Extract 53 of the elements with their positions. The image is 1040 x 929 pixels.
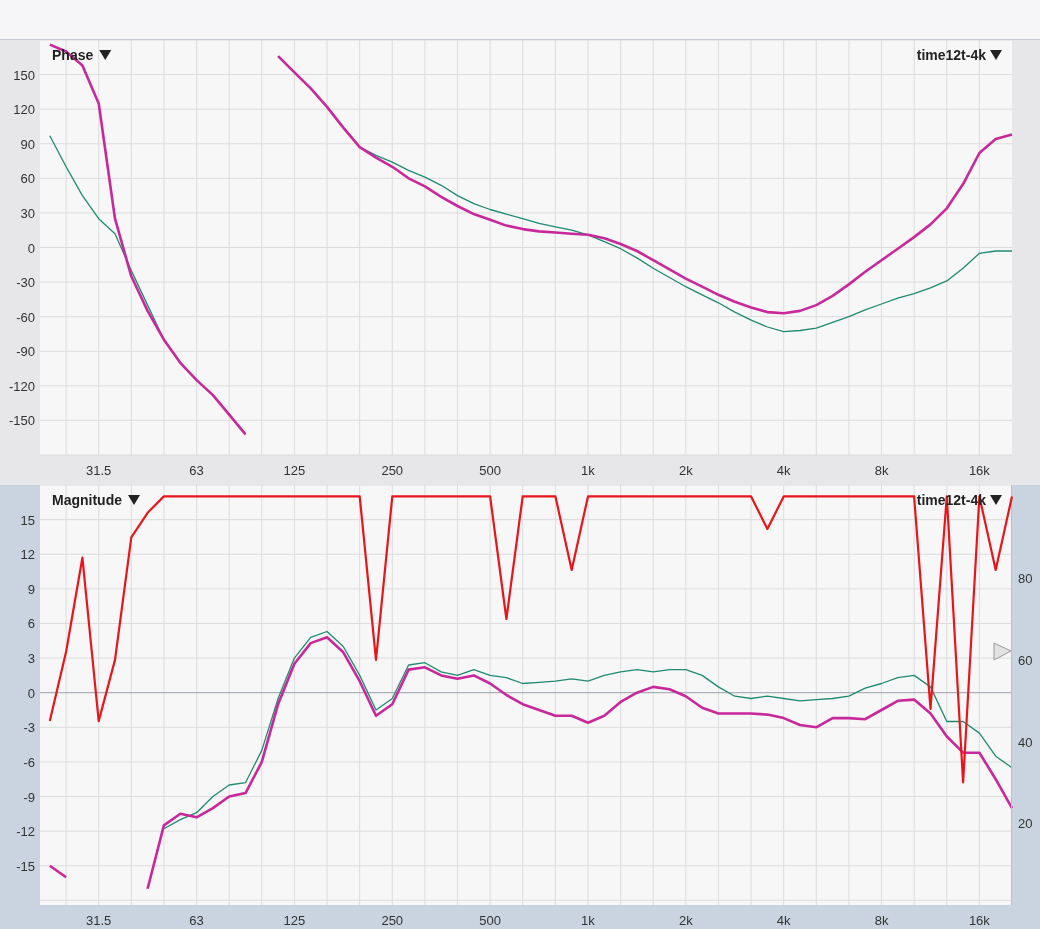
axis-tick-label: 250	[381, 913, 404, 928]
axis-tick-label: 2k	[678, 913, 693, 928]
axis-tick-label: 6	[27, 616, 35, 632]
axis-tick-label: 60	[20, 171, 35, 187]
axis-tick-label: -150	[8, 413, 35, 429]
axis-tick-label: 90	[20, 136, 35, 152]
axis-tick-label: 16k	[968, 463, 990, 478]
axis-tick-label: 8k	[874, 463, 889, 478]
caret-icon[interactable]	[128, 495, 140, 505]
axis-tick-label: 63	[189, 463, 204, 478]
axis-tick-label: 125	[283, 913, 306, 928]
handle-icon[interactable]	[993, 642, 1012, 661]
axis-tick-label: 63	[189, 913, 204, 928]
axis-tick-label: 16k	[968, 913, 990, 928]
measurement-selector[interactable]: time12t-4k	[916, 47, 986, 63]
axis-tick-label: 150	[13, 67, 35, 83]
axis-tick-label: -60	[16, 309, 35, 325]
axis-tick-label: 40	[1018, 734, 1033, 750]
axis-tick-label: 8k	[874, 913, 889, 928]
axis-tick-label: 250	[381, 463, 404, 478]
axis-tick-label: 4k	[776, 913, 791, 928]
axis-tick-label: 4k	[776, 463, 791, 478]
axis-tick-label: 1k	[581, 913, 595, 928]
caret-icon[interactable]	[990, 495, 1002, 505]
axis-tick-label: 80	[1018, 571, 1033, 587]
axis-tick-label: 20	[1018, 816, 1033, 832]
axis-tick-label: 1k	[581, 463, 595, 478]
caret-icon[interactable]	[99, 50, 112, 60]
axis-tick-label: 2k	[678, 463, 693, 478]
axis-tick-label: 9	[27, 581, 35, 597]
chart-title[interactable]: Magnitude	[52, 492, 122, 508]
axis-tick-label: -30	[16, 275, 35, 291]
axis-tick-label: 0	[27, 685, 35, 701]
axis-tick-label: 31.5	[86, 913, 112, 928]
axis-tick-label: 500	[479, 913, 501, 928]
axis-tick-label: -90	[16, 344, 35, 360]
axis-tick-label: 120	[13, 102, 35, 118]
axis-tick-label: 30	[20, 205, 35, 221]
caret-icon[interactable]	[990, 50, 1002, 60]
axis-tick-label: -3	[23, 720, 35, 736]
axis-tick-label: -15	[16, 858, 35, 874]
axis-tick-label: 3	[27, 651, 35, 667]
axis-tick-label: 125	[283, 463, 306, 478]
axis-tick-label: -6	[23, 754, 35, 770]
axis-tick-label: 15	[20, 512, 35, 528]
axis-tick-label: 0	[27, 240, 35, 256]
axis-tick-label: 12	[20, 547, 35, 563]
axis-tick-label: -120	[8, 378, 35, 394]
axis-tick-label: 500	[479, 463, 501, 478]
axis-tick-label: 31.5	[86, 463, 112, 478]
axis-tick-label: 60	[1018, 652, 1033, 668]
axis-tick-label: -12	[16, 824, 35, 840]
axis-tick-label: -9	[23, 789, 35, 805]
